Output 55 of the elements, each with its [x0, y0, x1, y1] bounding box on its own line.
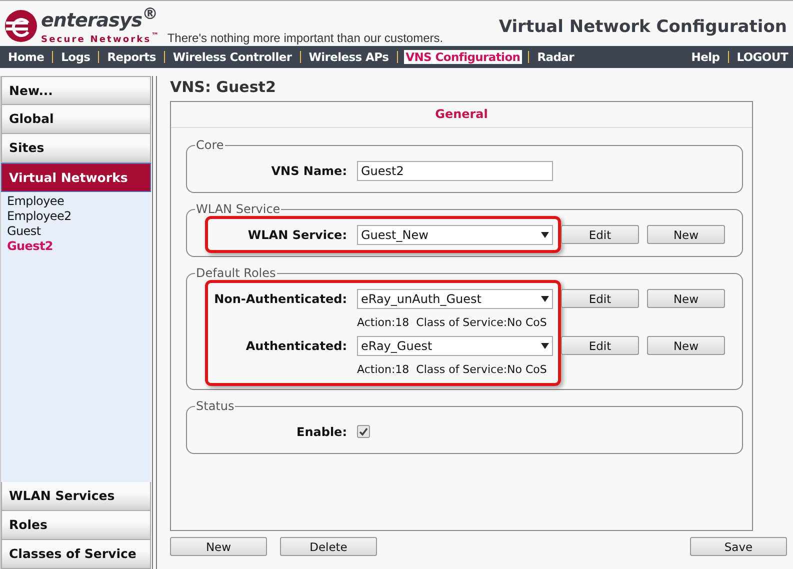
sidebar-subitem[interactable]: Guest2	[7, 239, 145, 254]
dropdown-arrow-icon	[541, 232, 549, 238]
field-label: WLAN Service:	[246, 226, 347, 242]
nav-link[interactable]: Help	[689, 50, 722, 64]
nav-link[interactable]: Home	[6, 50, 46, 64]
sidebar-subitem[interactable]: Guest	[7, 224, 145, 239]
role-info: Action:18 Class of Service:No CoS	[357, 362, 547, 376]
form-button[interactable]: Edit	[561, 289, 639, 308]
role-info: Action:18 Class of Service:No CoS	[357, 316, 547, 328]
section-legend: Default Roles	[195, 266, 277, 280]
form-button[interactable]: Edit	[561, 336, 639, 355]
nav-link[interactable]: Wireless Controller	[170, 50, 294, 64]
logo-icon	[4, 9, 38, 43]
section-legend: Status	[195, 399, 236, 413]
dropdown[interactable]: eRay_unAuth_Guest	[357, 288, 553, 308]
action-button[interactable]: New	[170, 537, 267, 556]
brand-subtitle: Secure Networks$^{™}$	[41, 32, 160, 45]
field-label: VNS Name:	[270, 162, 347, 178]
sidebar-item[interactable]: Global	[1, 105, 151, 134]
sidebar-item[interactable]: Sites	[1, 134, 151, 163]
brand-name: enterasys$^{®}$	[41, 6, 158, 30]
dropdown[interactable]: eRay_Guest	[357, 336, 553, 356]
app-title: Virtual Network Configuration	[498, 17, 787, 37]
nav-link[interactable]: Wireless APs	[306, 50, 391, 64]
dropdown-arrow-icon	[541, 296, 549, 302]
sidebar-item[interactable]: Virtual Networks	[1, 163, 151, 192]
section-legend: WLAN Service	[195, 202, 282, 216]
save-button[interactable]: Save	[690, 537, 787, 556]
form-button[interactable]: New	[647, 289, 725, 308]
dropdown[interactable]: Guest_New	[357, 224, 553, 244]
dropdown-arrow-icon	[541, 342, 549, 348]
form-button[interactable]: New	[647, 336, 725, 355]
nav-link[interactable]: Reports	[105, 50, 158, 64]
action-button[interactable]: Delete	[280, 537, 377, 556]
page-title: VNS: Guest2	[170, 78, 277, 96]
tagline: There's nothing more important than our customers.	[167, 31, 444, 45]
form-button[interactable]: New	[647, 225, 725, 244]
general-tab[interactable]: General	[435, 107, 488, 121]
checkbox[interactable]	[357, 425, 370, 438]
nav-link[interactable]: Radar	[535, 50, 576, 64]
field-label: Enable:	[296, 424, 347, 440]
text-field[interactable]: Guest2	[357, 160, 553, 180]
nav-link[interactable]: LOGOUT	[734, 50, 790, 64]
form-button[interactable]: Edit	[561, 225, 639, 244]
sidebar-subitem[interactable]: Employee2	[7, 209, 145, 224]
nav-link[interactable]: VNS Configuration	[404, 50, 522, 64]
section-legend: Core	[195, 138, 225, 152]
sidebar-item[interactable]: WLAN Services	[1, 482, 151, 511]
sidebar-item[interactable]: Roles	[1, 511, 151, 540]
sidebar-subitem[interactable]: Employee	[7, 194, 145, 209]
sidebar-item[interactable]: New...	[1, 76, 151, 105]
field-label: Authenticated:	[244, 338, 347, 354]
field-label: Non-Authenticated:	[213, 290, 347, 306]
sidebar-item[interactable]: Classes of Service	[1, 540, 151, 569]
nav-link[interactable]: Logs	[59, 50, 92, 64]
